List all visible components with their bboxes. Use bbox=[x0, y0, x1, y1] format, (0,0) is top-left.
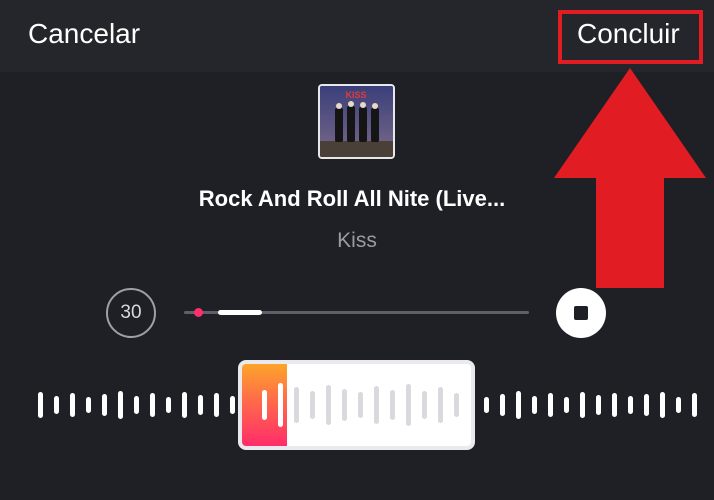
album-art: KISS bbox=[318, 84, 395, 159]
clip-waveform-bar bbox=[262, 390, 267, 420]
red-arrow-annotation bbox=[554, 68, 706, 288]
stop-icon bbox=[574, 306, 588, 320]
clip-waveform-bar bbox=[358, 392, 363, 418]
waveform-bar bbox=[676, 397, 681, 413]
waveform-bar bbox=[230, 396, 235, 414]
waveform-bar bbox=[54, 396, 59, 414]
waveform-bar bbox=[564, 397, 569, 413]
clip-selector[interactable] bbox=[238, 360, 475, 450]
clip-waveform-bar bbox=[422, 391, 427, 419]
waveform-bar bbox=[70, 393, 75, 417]
waveform-bar bbox=[484, 397, 489, 413]
waveform-bar bbox=[214, 393, 219, 417]
waveform-bar bbox=[612, 393, 617, 417]
waveform-bar bbox=[644, 394, 649, 416]
waveform-bar bbox=[596, 395, 601, 415]
progress-fill bbox=[218, 310, 262, 315]
song-title: Rock And Roll All Nite (Live... bbox=[198, 186, 506, 211]
waveform-bar bbox=[580, 392, 585, 418]
waveform-bar bbox=[118, 391, 123, 419]
cancel-button[interactable]: Cancelar bbox=[28, 18, 140, 50]
top-bar: Cancelar Concluir bbox=[0, 0, 714, 72]
waveform-bar bbox=[150, 393, 155, 417]
clip-waveform-bar bbox=[326, 385, 331, 425]
clip-waveform-bar bbox=[342, 389, 347, 421]
waveform-bar bbox=[102, 394, 107, 416]
waveform-bar bbox=[532, 396, 537, 414]
waveform-bar bbox=[500, 394, 505, 416]
waveform-bar bbox=[548, 393, 553, 417]
song-artist: Kiss bbox=[337, 229, 377, 252]
waveform-bar bbox=[166, 397, 171, 413]
album-logo-text: KISS bbox=[345, 90, 366, 100]
waveform-bar bbox=[692, 393, 697, 417]
clip-waveform-bar bbox=[374, 386, 379, 424]
stop-button[interactable] bbox=[556, 288, 606, 338]
waveform-bar bbox=[198, 395, 203, 415]
clip-waveform-bar bbox=[438, 387, 443, 423]
waveform-bar bbox=[628, 396, 633, 414]
done-button[interactable]: Concluir bbox=[577, 18, 680, 50]
progress-position-dot[interactable] bbox=[194, 308, 203, 317]
clip-waveform-bar bbox=[454, 393, 459, 417]
skip-30-button[interactable]: 30 bbox=[106, 288, 156, 338]
clip-waveform-bar bbox=[390, 390, 395, 420]
waveform-bar bbox=[182, 392, 187, 418]
skip-30-label: 30 bbox=[120, 302, 142, 323]
clip-waveform-bar bbox=[278, 383, 283, 427]
waveform-bar bbox=[660, 392, 665, 418]
waveform-bar bbox=[38, 392, 43, 418]
clip-waveform-bar bbox=[294, 387, 299, 423]
waveform-bar bbox=[86, 397, 91, 413]
waveform-bar bbox=[134, 396, 139, 414]
clip-waveform-bar bbox=[310, 391, 315, 419]
waveform-bar bbox=[516, 391, 521, 419]
clip-waveform-bar bbox=[406, 384, 411, 426]
